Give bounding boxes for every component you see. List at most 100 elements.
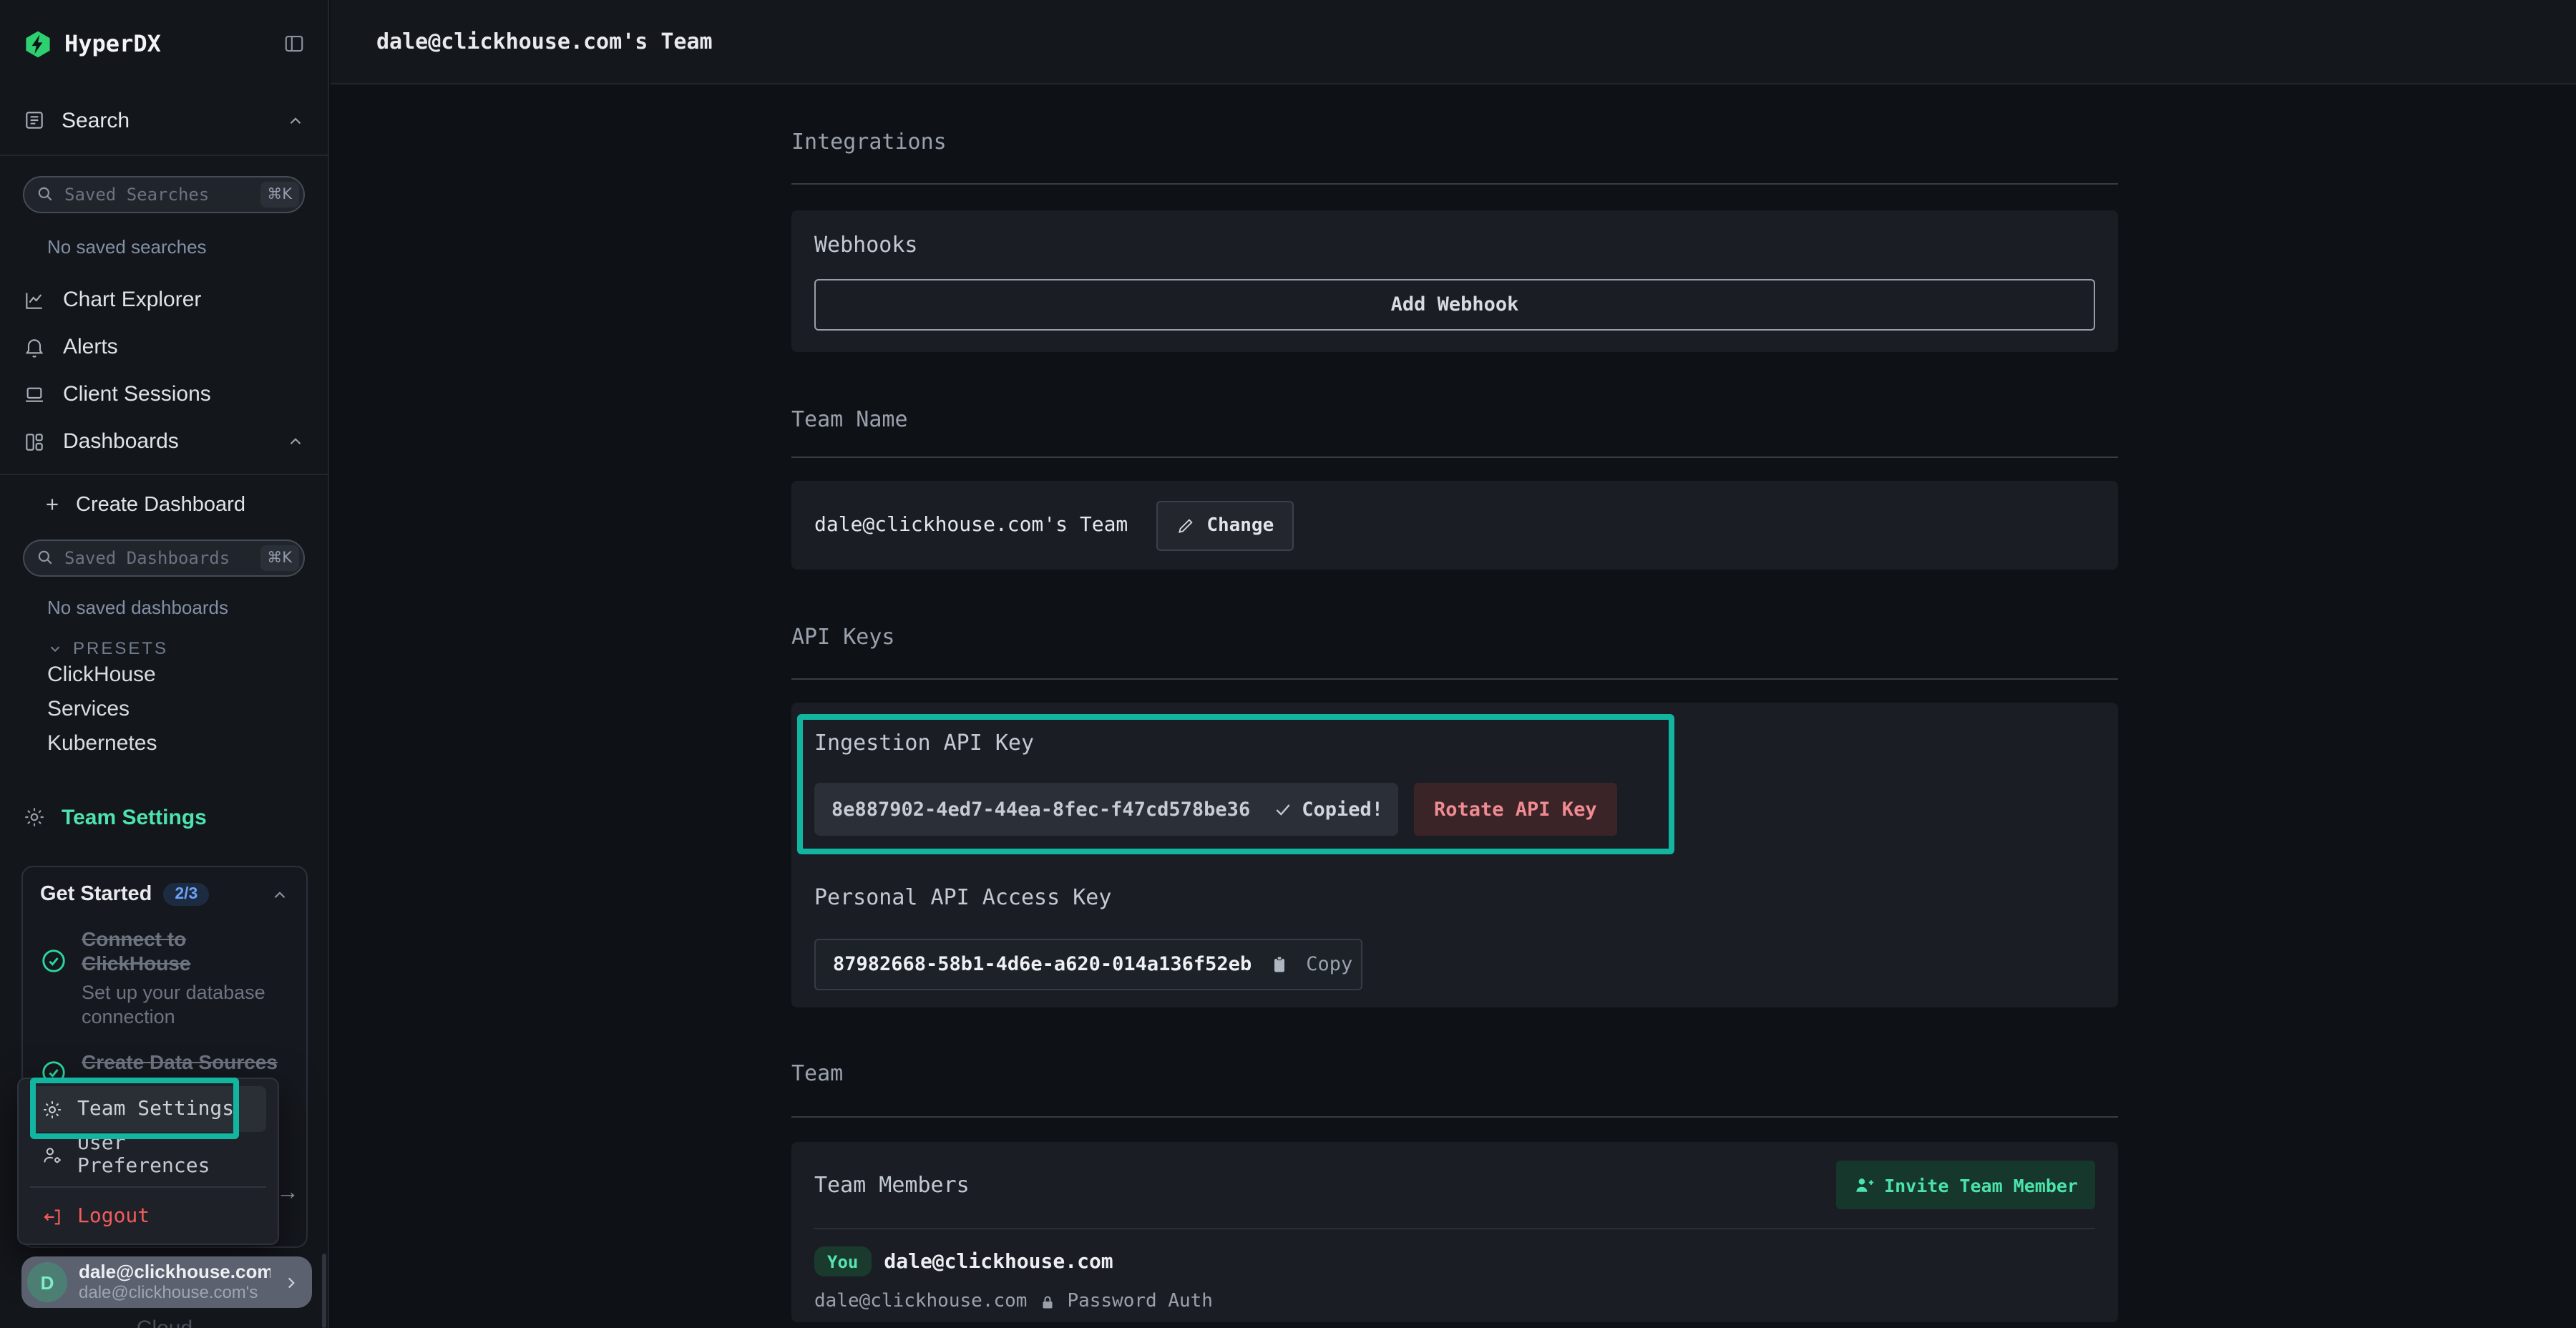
divider [0,155,328,156]
copy-label: Copy [1306,953,1352,976]
section-label-team-name: Team Name [791,406,2118,432]
gear-icon [42,1098,63,1120]
menu-item-user-preferences[interactable]: User Preferences [30,1132,266,1178]
sidebar-section-search[interactable]: Search [0,99,328,142]
check-circle-icon [40,947,67,975]
invite-label: Invite Team Member [1884,1174,2078,1196]
add-webhook-button[interactable]: Add Webhook [814,279,2095,331]
menu-item-label: User Preferences [77,1132,255,1178]
no-saved-searches-text: No saved searches [47,236,328,258]
section-label-integrations: Integrations [791,129,2118,155]
plus-icon [43,495,62,514]
menu-item-logout[interactable]: Logout [30,1196,266,1236]
pencil-icon [1176,516,1195,534]
preset-item-services[interactable]: Services [47,693,328,727]
chevron-up-icon[interactable] [286,432,305,451]
search-section-icon [23,109,46,132]
ingestion-api-key-chip[interactable]: 8e887902-4ed7-44ea-8fec-f47cd578be36 Cop… [814,783,1398,836]
ingestion-api-key-label: Ingestion API Key [814,730,2095,756]
page-header: dale@clickhouse.com's Team [331,0,2576,84]
clipped-footer-text: Cloud [0,1317,329,1328]
dashboards-icon [23,430,46,453]
chevron-down-icon [47,640,63,656]
divider [791,183,2118,185]
account-team: dale@clickhouse.com's [79,1282,270,1302]
account-menu-popup: Team Settings User Preferences Logout [17,1078,279,1245]
brand-title: HyperDX [64,30,272,57]
saved-dashboards-field: ⌘K [23,540,305,577]
menu-item-team-settings[interactable]: Team Settings [30,1086,266,1132]
divider [0,474,328,475]
menu-item-label: Logout [77,1205,150,1228]
divider [791,1116,2118,1118]
nav-label: Client Sessions [63,382,305,406]
personal-api-key-label: Personal API Access Key [814,884,2095,910]
step-subtitle: Set up your database connection [82,980,289,1029]
nav-label: Chart Explorer [63,288,305,312]
change-team-name-button[interactable]: Change [1156,500,1294,550]
sidebar-scrollbar-thumb[interactable] [322,1254,326,1328]
divider [814,1228,2095,1229]
step-title: Create Data Sources [82,1050,278,1075]
account-chip[interactable]: D dale@clickhouse.com dale@clickhouse.co… [21,1256,312,1308]
progress-badge: 2/3 [163,883,209,906]
person-plus-icon [1853,1174,1874,1196]
get-started-step-1: Connect to ClickHouse Set up your databa… [40,927,289,1029]
team-settings-label: Team Settings [62,805,207,829]
presets-label: PRESETS [73,638,168,658]
step-title: Connect to ClickHouse [82,927,289,976]
page-title: dale@clickhouse.com's Team [376,29,713,54]
sidebar-item-dashboards[interactable]: Dashboards [0,418,328,465]
gear-icon [23,806,46,829]
shortcut-badge: ⌘K [260,545,299,571]
member-email: dale@clickhouse.com [814,1291,1027,1312]
rotate-api-key-button[interactable]: Rotate API Key [1414,783,1617,836]
team-name-card: dale@clickhouse.com's Team Change [791,481,2118,570]
personal-api-key-chip[interactable]: 87982668-58b1-4d6e-a620-014a136f52eb Cop… [814,939,1362,990]
sidebar-item-chart-explorer[interactable]: Chart Explorer [0,276,328,323]
sidebar-nav: Chart Explorer Alerts Client Sessions Da… [0,276,328,465]
account-email: dale@clickhouse.com [79,1262,270,1282]
team-member-meta: dale@clickhouse.com Password Auth [814,1291,2095,1312]
presets-toggle[interactable]: PRESETS [47,638,328,658]
sidebar: HyperDX Search ⌘K No saved searches Char… [0,0,329,1328]
copied-indicator: Copied! [1273,798,1383,821]
section-label-api-keys: API Keys [791,624,2118,650]
webhooks-card: Webhooks Add Webhook [791,210,2118,352]
avatar: D [27,1262,67,1302]
arrow-right-icon[interactable]: → [276,1181,299,1206]
copied-label: Copied! [1302,798,1383,821]
lock-icon [1038,1293,1055,1310]
team-members-title: Team Members [814,1172,970,1198]
alerts-icon [23,336,46,358]
preset-item-clickhouse[interactable]: ClickHouse [47,658,328,693]
preset-item-kubernetes[interactable]: Kubernetes [47,727,328,761]
chevron-right-icon [282,1273,301,1292]
menu-item-label: Team Settings [77,1098,234,1120]
chevron-up-icon[interactable] [270,885,289,904]
team-member-row: You dale@clickhouse.com [814,1246,2095,1276]
sidebar-item-client-sessions[interactable]: Client Sessions [0,371,328,418]
search-icon [36,185,54,203]
no-saved-dashboards-text: No saved dashboards [47,597,328,618]
sidebar-item-alerts[interactable]: Alerts [0,323,328,371]
create-dashboard-button[interactable]: Create Dashboard [0,481,328,528]
divider [791,456,2118,458]
client-sessions-icon [23,383,46,406]
change-label: Change [1206,514,1274,536]
divider [30,1186,266,1188]
hyperdx-app: HyperDX Search ⌘K No saved searches Char… [0,0,2576,1328]
sidebar-item-team-settings[interactable]: Team Settings [0,796,328,839]
check-icon [1273,800,1292,819]
chevron-up-icon[interactable] [286,111,305,130]
nav-label: Dashboards [63,429,269,454]
collapse-sidebar-icon[interactable] [283,33,305,54]
shortcut-badge: ⌘K [260,182,299,208]
invite-team-member-button[interactable]: Invite Team Member [1835,1161,2095,1209]
team-members-card: Team Members Invite Team Member You dale… [791,1142,2118,1322]
saved-searches-field: ⌘K [23,176,305,213]
api-keys-card: Ingestion API Key 8e887902-4ed7-44ea-8fe… [791,703,2118,1007]
you-badge: You [814,1246,871,1276]
nav-label: Alerts [63,335,305,359]
personal-api-key-value: 87982668-58b1-4d6e-a620-014a136f52eb [833,953,1252,976]
